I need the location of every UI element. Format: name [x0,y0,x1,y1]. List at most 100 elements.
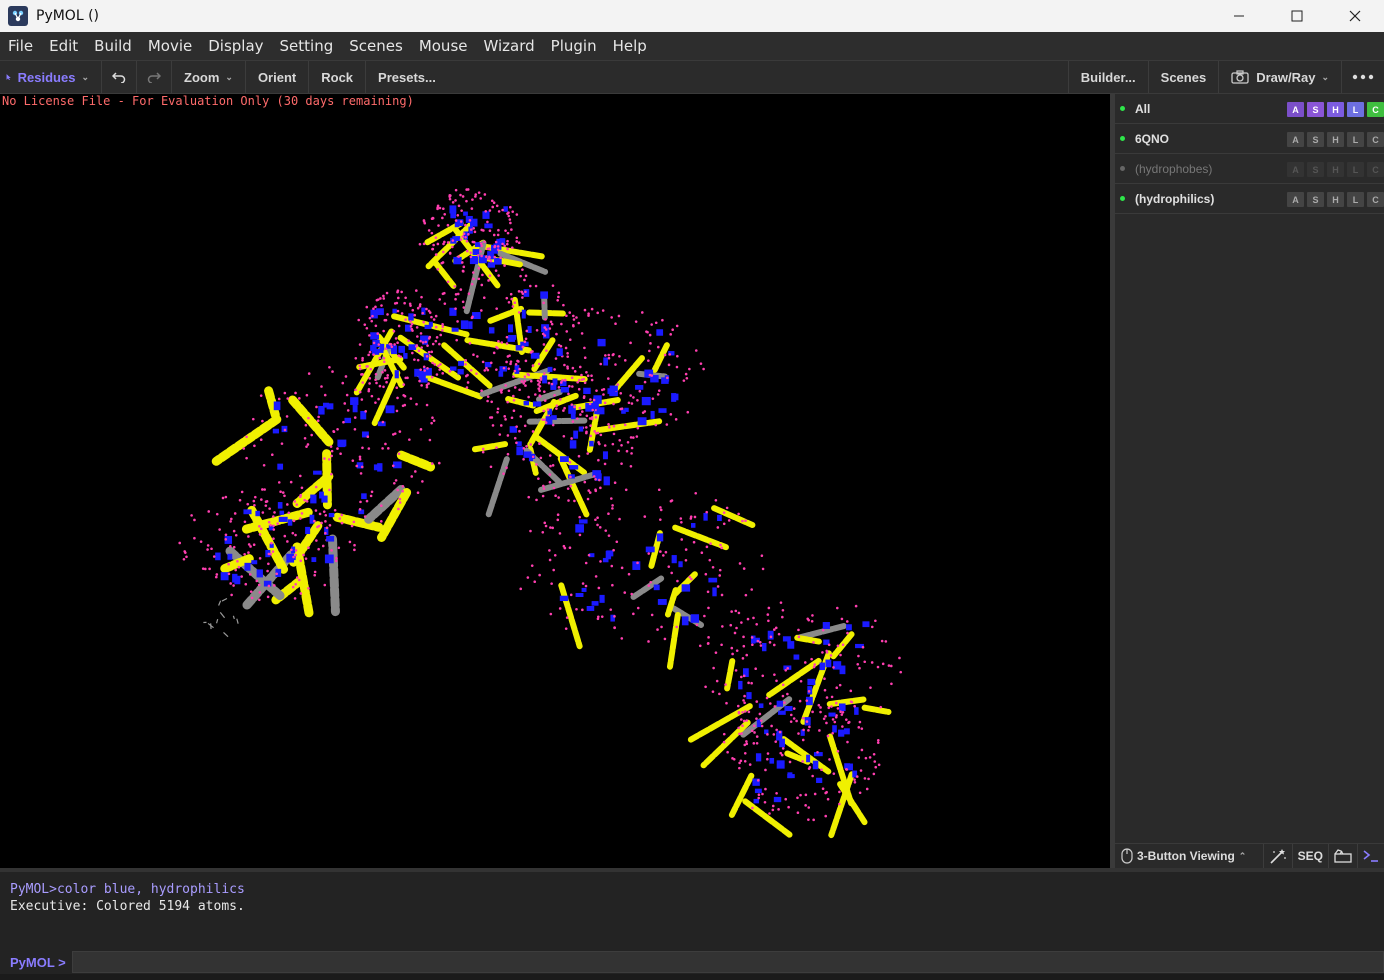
hide-button[interactable]: H [1327,162,1344,177]
molecular-viewer[interactable]: No License File - For Evaluation Only (3… [0,94,1110,868]
show-button[interactable]: S [1307,132,1324,147]
surface-dot [509,292,513,296]
surface-dot [769,702,772,705]
menu-plugin[interactable]: Plugin [543,32,605,60]
hydrophilic-atom [496,238,506,245]
surface-dot [324,520,327,523]
color-button[interactable]: C [1367,132,1384,147]
builder-button[interactable]: Builder... [1067,61,1148,93]
surface-dot [457,204,461,208]
selection-mode-dropdown[interactable]: Residues ⌄ [0,61,102,93]
redo-button[interactable] [137,61,172,93]
hide-button[interactable]: H [1327,102,1344,117]
surface-dot [255,579,259,583]
surface-dot [404,318,407,321]
object-row-hydrophobes[interactable]: (hydrophobes) A S H L C [1115,154,1384,184]
sequence-toggle-button[interactable]: SEQ [1291,843,1328,869]
surface-dot [513,369,517,373]
menu-build[interactable]: Build [86,32,140,60]
chevron-up-icon: ⌃ [1238,850,1247,861]
show-button[interactable]: S [1307,162,1324,177]
command-line-button[interactable] [1357,843,1384,869]
surface-dot [283,391,287,395]
surface-dot [660,625,663,629]
menu-wizard[interactable]: Wizard [475,32,542,60]
hydrophilic-atom [385,405,395,414]
surface-dot [596,615,600,619]
action-button[interactable]: A [1287,132,1304,147]
undo-button[interactable] [102,61,137,93]
menu-edit[interactable]: Edit [41,32,86,60]
draw-ray-dropdown[interactable]: Draw/Ray ⌄ [1218,61,1341,93]
surface-dot [586,497,590,501]
surface-dot [313,570,317,574]
hydrophilic-atom [838,729,845,737]
surface-dot [330,472,333,476]
hide-button[interactable]: H [1327,192,1344,207]
show-button[interactable]: S [1307,192,1324,207]
mouse-mode-dropdown[interactable]: 3-Button Viewing ⌃ [1115,848,1263,864]
minimize-button[interactable] [1210,0,1268,32]
surface-dot [358,457,362,461]
magic-wand-button[interactable] [1262,843,1292,869]
ligand-stick [232,615,235,620]
surface-dot [706,641,710,645]
surface-dot [613,626,616,630]
color-button[interactable]: C [1367,102,1384,117]
label-button[interactable]: L [1347,132,1364,147]
surface-dot [823,688,827,692]
menu-file[interactable]: File [0,32,41,60]
scenes-button[interactable]: Scenes [1147,61,1219,93]
menu-movie[interactable]: Movie [140,32,200,60]
movie-panel-button[interactable] [1328,843,1357,869]
rock-button[interactable]: Rock [309,61,367,93]
surface-dot [461,261,464,264]
hydrophilic-atom [844,763,851,769]
surface-dot [840,713,844,716]
close-window-button[interactable] [1326,0,1384,32]
surface-dot [568,338,572,342]
surface-dot [648,333,652,337]
surface-dot [603,444,607,447]
action-button[interactable]: A [1287,192,1304,207]
menu-display[interactable]: Display [200,32,271,60]
label-button[interactable]: L [1347,162,1364,177]
color-button[interactable]: C [1367,162,1384,177]
menu-help[interactable]: Help [605,32,655,60]
maximize-button[interactable] [1268,0,1326,32]
color-button[interactable]: C [1367,192,1384,207]
orient-button[interactable]: Orient [246,61,310,93]
label-button[interactable]: L [1347,102,1364,117]
menu-setting[interactable]: Setting [272,32,342,60]
show-button[interactable]: S [1307,102,1324,117]
action-button[interactable]: A [1287,102,1304,117]
zoom-dropdown[interactable]: Zoom ⌄ [172,61,246,93]
surface-dot [769,635,773,639]
surface-dot [832,772,836,775]
label-button[interactable]: L [1347,192,1364,207]
surface-dot [475,372,478,375]
hydrophilic-atom [313,470,322,475]
presets-button[interactable]: Presets... [366,61,448,93]
cartoon-segment [396,450,436,472]
surface-dot [666,376,669,380]
surface-dot [740,675,743,679]
surface-dot [571,366,575,370]
hydrophilic-atom [578,519,588,524]
surface-dot [270,453,274,456]
command-input[interactable] [71,951,1384,973]
menu-mouse[interactable]: Mouse [411,32,476,60]
object-row-6qno[interactable]: 6QNO A S H L C [1115,124,1384,154]
action-button[interactable]: A [1287,162,1304,177]
object-row-all[interactable]: All A S H L C [1115,94,1384,124]
more-options-button[interactable] [1341,61,1384,93]
menu-scenes[interactable]: Scenes [341,32,411,60]
hide-button[interactable]: H [1327,132,1344,147]
surface-dot [754,667,757,671]
cursor-arrow-icon [6,74,11,81]
hydrophilic-atom [450,211,457,219]
surface-dot [771,808,775,812]
surface-dot [594,575,598,578]
object-row-hydrophilics[interactable]: (hydrophilics) A S H L C [1115,184,1384,214]
surface-dot [474,193,478,196]
